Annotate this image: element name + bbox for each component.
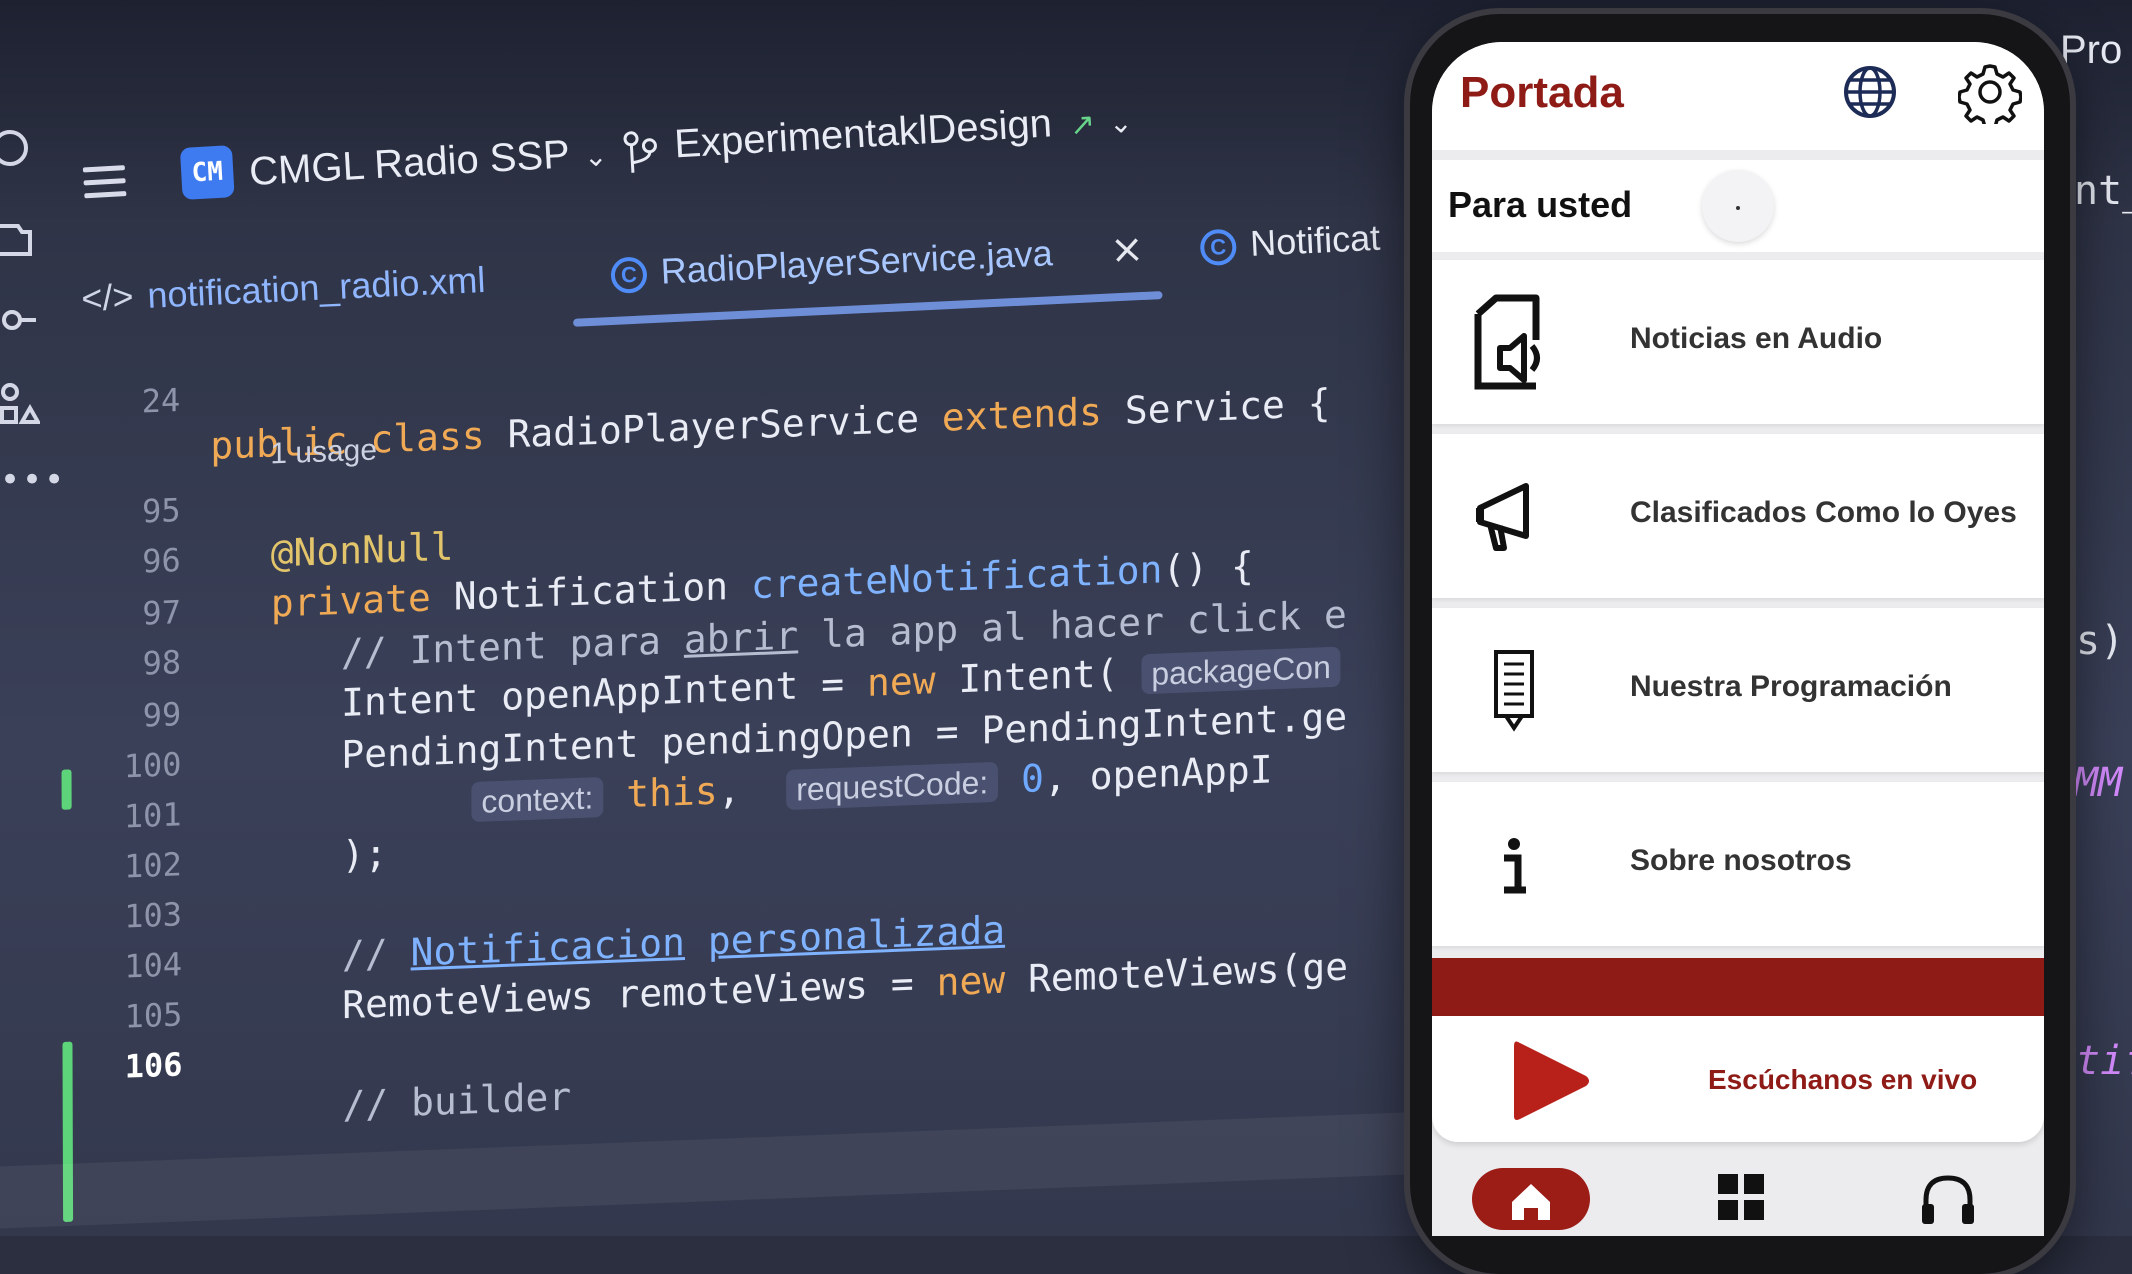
- project-badge: CM: [179, 145, 235, 200]
- commit-icon[interactable]: [0, 300, 40, 340]
- tab-label: Notificat: [1249, 216, 1382, 264]
- audio-news-icon: [1474, 294, 1540, 390]
- change-marker: [61, 769, 72, 810]
- schedule-icon: [1494, 650, 1534, 732]
- menu-item-label: Nuestra Programación: [1630, 670, 1952, 703]
- menu-item-label: Sobre nosotros: [1630, 844, 1852, 877]
- tab-label: RadioPlayerService.java: [659, 232, 1054, 292]
- phone-screen: Portada Para usted Noticias en Audio Cla…: [1432, 42, 2044, 1236]
- home-icon: [1512, 1184, 1550, 1220]
- menu-item-clasificados[interactable]: Clasificados Como lo Oyes: [1432, 434, 2044, 598]
- bottom-navigation: [1432, 1168, 2044, 1236]
- tab-label: notification_radio.xml: [146, 258, 487, 316]
- section-title: Para usted: [1448, 184, 1633, 225]
- project-name: CMGL Radio SSP: [248, 132, 571, 195]
- tab-radio-player-service[interactable]: C RadioPlayerService.java: [610, 232, 1054, 295]
- tab-notification[interactable]: C Notificat: [1199, 217, 1381, 267]
- headphones-icon[interactable]: [1918, 1170, 1978, 1226]
- branch-icon: [623, 131, 657, 173]
- class-icon: C: [1199, 229, 1238, 267]
- live-player-card[interactable]: Escúchanos en vivo: [1432, 1016, 2044, 1142]
- line-number: 106: [124, 1045, 183, 1086]
- gear-icon[interactable]: [1958, 60, 2022, 124]
- project-selector[interactable]: CMGL Radio SSP ⌄: [248, 130, 608, 195]
- loading-indicator: [1702, 170, 1774, 242]
- tab-notification-radio-xml[interactable]: </> notification_radio.xml: [80, 259, 486, 320]
- main-menu-icon[interactable]: [82, 165, 127, 203]
- globe-icon[interactable]: [1840, 62, 1900, 122]
- structure-icon[interactable]: [0, 382, 42, 424]
- app-header: Portada: [1432, 42, 2044, 150]
- right-edge-tab: nt_: [2074, 168, 2132, 214]
- right-edge-code: tif: [2076, 1038, 2132, 1084]
- play-icon[interactable]: [1504, 1036, 1594, 1126]
- more-icon[interactable]: •••: [0, 460, 64, 500]
- menu-item-programacion[interactable]: Nuestra Programación: [1432, 608, 2044, 772]
- close-tab-icon[interactable]: ×: [1109, 226, 1145, 274]
- grid-icon[interactable]: [1718, 1174, 1764, 1220]
- info-icon: [1504, 838, 1526, 894]
- branch-selector[interactable]: ExperimentaklDesign ↗ ⌄: [673, 97, 1133, 168]
- chevron-down-icon: ⌄: [582, 140, 609, 173]
- menu-item-noticias-audio[interactable]: Noticias en Audio: [1432, 260, 2044, 424]
- menu-item-label: Noticias en Audio: [1630, 322, 1883, 355]
- branch-name: ExperimentaklDesign: [673, 101, 1054, 167]
- code-line: 24 public class RadioPlayerService exten…: [100, 335, 1331, 468]
- code-editor[interactable]: 24 public class RadioPlayerService exten…: [0, 288, 1582, 1236]
- chevron-down-icon: ⌄: [1108, 106, 1134, 140]
- left-tool-rail: •••: [0, 130, 64, 1060]
- page-title: Portada: [1460, 68, 1624, 117]
- code-line: 106 // builder: [102, 999, 572, 1127]
- megaphone-icon: [1476, 483, 1529, 551]
- section-header: Para usted: [1432, 160, 2044, 252]
- right-edge-code: MM: [2074, 760, 2123, 806]
- right-edge-code: s): [2076, 618, 2125, 664]
- menu-item-sobre-nosotros[interactable]: Sobre nosotros: [1432, 782, 2044, 946]
- push-arrow-icon: ↗: [1069, 107, 1096, 143]
- right-edge-label: Pro: [2060, 28, 2123, 72]
- class-icon: C: [610, 256, 648, 295]
- menu-item-label: Clasificados Como lo Oyes: [1630, 496, 2017, 529]
- live-banner: [1432, 958, 2044, 1016]
- live-label: Escúchanos en vivo: [1708, 1064, 1978, 1095]
- xml-file-icon: </>: [80, 275, 135, 319]
- nav-home-button[interactable]: [1472, 1168, 1590, 1230]
